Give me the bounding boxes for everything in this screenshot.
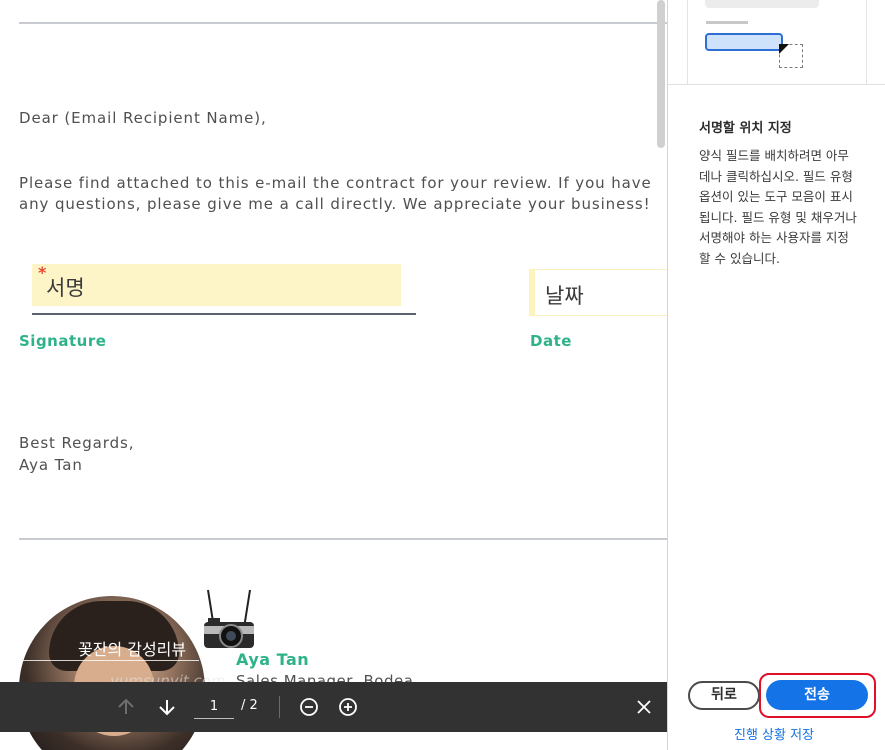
panel-divider bbox=[668, 84, 885, 85]
body-text-line1: Please find attached to this e-mail the … bbox=[19, 174, 652, 192]
close-icon[interactable] bbox=[633, 682, 655, 732]
arrow-up-icon[interactable] bbox=[113, 682, 139, 732]
preview-field-selected bbox=[705, 33, 783, 51]
camera-icon bbox=[204, 589, 254, 648]
signature-label: Signature bbox=[19, 332, 107, 350]
zoom-out-icon[interactable] bbox=[297, 682, 321, 732]
greeting-text: Dear (Email Recipient Name), bbox=[19, 109, 267, 127]
watermark-line bbox=[19, 660, 199, 661]
page-total: / 2 bbox=[241, 698, 258, 713]
sender-name: Aya Tan bbox=[19, 456, 83, 474]
signature-underline bbox=[32, 313, 416, 315]
signature-field[interactable] bbox=[32, 264, 401, 306]
date-placeholder: 날짜 bbox=[545, 284, 584, 308]
arrow-down-icon[interactable] bbox=[154, 682, 180, 732]
signature-placeholder: 서명 bbox=[46, 276, 85, 300]
bottom-divider bbox=[19, 538, 667, 540]
document-scrollbar[interactable] bbox=[657, 0, 665, 148]
profile-name: Aya Tan bbox=[236, 650, 310, 669]
send-button[interactable]: 전송 bbox=[766, 680, 868, 710]
preview-line bbox=[706, 21, 748, 24]
page-number-input[interactable]: 1 bbox=[194, 695, 234, 719]
back-button[interactable]: 뒤로 bbox=[688, 681, 760, 710]
document-page: Dear (Email Recipient Name), Please find… bbox=[0, 0, 667, 750]
zoom-in-icon[interactable] bbox=[336, 682, 360, 732]
cursor-icon bbox=[779, 44, 789, 54]
top-divider bbox=[19, 22, 667, 24]
watermark-text: 꽃잔의 감성리뷰 bbox=[78, 640, 187, 659]
panel-title: 서명할 위치 지정 bbox=[699, 121, 792, 136]
date-label: Date bbox=[530, 332, 572, 350]
closing-text: Best Regards, bbox=[19, 434, 135, 452]
page-toolbar bbox=[0, 682, 667, 732]
right-panel bbox=[667, 0, 885, 750]
panel-description: 양식 필드를 배치하려면 아무 데나 클릭하십시오. 필드 유형 옵션이 있는 … bbox=[699, 148, 857, 266]
preview-field-top bbox=[705, 0, 819, 8]
body-text-line2: any questions, please give me a call dir… bbox=[19, 195, 651, 213]
toolbar-separator bbox=[279, 696, 280, 718]
save-progress-link[interactable]: 진행 상황 저장 bbox=[734, 724, 814, 743]
